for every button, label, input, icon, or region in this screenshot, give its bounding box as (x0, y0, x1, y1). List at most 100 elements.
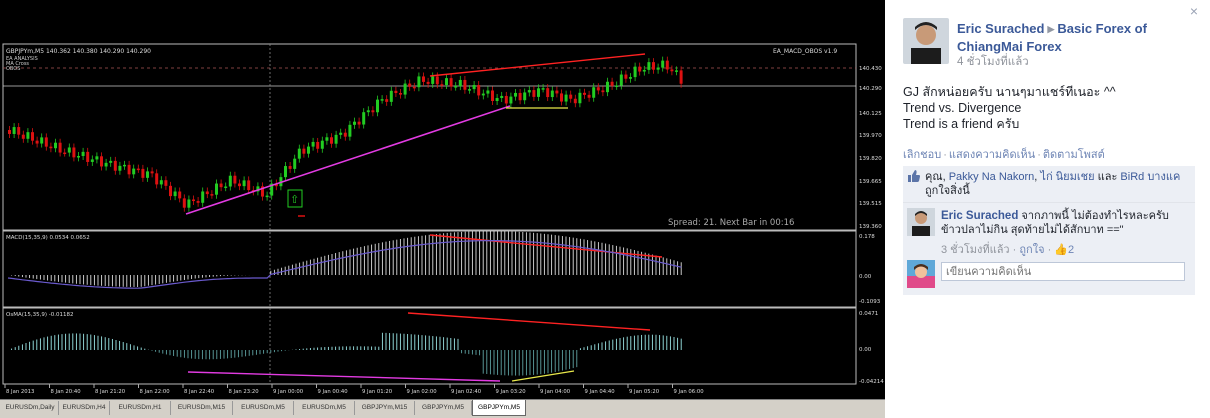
follow-post-link[interactable]: ติดตามโพสต์ (1043, 149, 1105, 161)
price-tick-label: 139.360 (859, 224, 882, 230)
liker-link-3[interactable]: BiRd บางแค (1120, 171, 1180, 183)
candle-body (58, 142, 62, 153)
candle-body (426, 81, 430, 84)
candle-body (164, 180, 168, 186)
candle-body (17, 127, 21, 135)
candle-body (40, 137, 44, 144)
osma-axis: 0.0471 0.00 -0.04214 (859, 311, 884, 385)
post-actions: เลิกชอบ · แสดงความคิดเห็น · ติดตามโพสต์ (903, 149, 1105, 161)
time-tick-label: 9 Jan 03:20 (496, 389, 527, 395)
unlike-link[interactable]: เลิกชอบ (903, 149, 941, 161)
candle-body (514, 92, 517, 97)
author-avatar[interactable] (903, 18, 949, 64)
candle-body (95, 156, 99, 160)
candle-body (100, 156, 103, 167)
candle-body (624, 74, 628, 79)
candle-body (652, 62, 655, 70)
osma-tick-label: 0.00 (859, 347, 872, 353)
post-line-3: Trend is a friend ครับ (903, 117, 1020, 131)
likes-and: และ (1097, 171, 1118, 183)
candle-body (380, 99, 384, 101)
post-timestamp[interactable]: 4 ชั่วโมงที่แล้ว (957, 53, 1029, 71)
time-tick-label: 9 Jan 00:00 (273, 389, 304, 395)
candle-body (325, 137, 329, 141)
macd-label: MACD(15,35,9) 0.0534 0.0652 (6, 235, 90, 241)
overlay-line-3: OBOS (6, 66, 20, 72)
price-tick-label: 139.820 (859, 156, 882, 162)
my-avatar (907, 260, 935, 288)
candle-body (527, 90, 531, 93)
liker-link-2[interactable]: ไก่ นิยมเชย (1040, 171, 1094, 183)
candle-body (339, 132, 343, 135)
candle-body (362, 112, 366, 125)
candle-body (159, 180, 163, 185)
symbol-tab[interactable]: EURUSDm,Daily (2, 401, 59, 415)
candle-body (86, 151, 90, 162)
candle-body (302, 148, 306, 154)
candle-body (606, 81, 609, 93)
osma-label: OsMA(15,35,9) -0.01182 (6, 312, 73, 318)
comment-time[interactable]: 3 ชั่วโมงที่แล้ว (941, 244, 1010, 256)
candle-body (224, 186, 228, 189)
candle-body (284, 166, 287, 178)
candle-body (155, 173, 159, 185)
time-tick-label: 8 Jan 22:00 (140, 389, 171, 395)
time-tick-label: 9 Jan 02:00 (407, 389, 438, 395)
candle-body (219, 183, 223, 188)
symbol-tab[interactable]: EURUSDm,H4 (59, 401, 110, 415)
candle-body (468, 89, 471, 91)
candle-body (638, 66, 642, 72)
candle-body (532, 90, 536, 97)
comment-like-link[interactable]: ถูกใจ (1019, 244, 1044, 256)
comment-meta: 3 ชั่วโมงที่แล้ว · ถูกใจ · 👍2 (941, 244, 1075, 256)
candle-body (77, 156, 80, 158)
comment-input[interactable] (941, 262, 1185, 281)
post-header: Eric Surached ▶ Basic Forex of ChiangMai F… (957, 20, 1187, 55)
candle-body (357, 121, 361, 125)
time-tick-label: 9 Jan 04:40 (585, 389, 616, 395)
candle-body (417, 76, 421, 88)
author-name-link[interactable]: Eric Surached (957, 21, 1044, 36)
commenter-avatar[interactable] (907, 208, 935, 236)
symbol-tab[interactable]: GBPJPYm,M5 (472, 400, 526, 416)
symbol-tab[interactable]: EURUSDm,M5 (294, 401, 355, 415)
candle-body (109, 160, 113, 163)
commenter-name-link[interactable]: Eric Surached (941, 210, 1018, 222)
time-tick-label: 8 Jan 21:20 (95, 389, 126, 395)
candle-body (210, 194, 214, 196)
candle-body (81, 151, 85, 157)
symbol-tab[interactable]: EURUSDm,M5 (233, 401, 294, 415)
candle-body (118, 165, 122, 171)
macd-tick-label: 0.178 (859, 234, 875, 240)
candle-body (297, 148, 301, 159)
time-tick-label: 9 Jan 01:20 (362, 389, 393, 395)
candle-body (656, 67, 660, 70)
candle-body (228, 175, 232, 187)
symbol-tab[interactable]: GBPJPYm,M5 (415, 401, 472, 415)
candle-body (422, 76, 425, 82)
comment-like-count-icon[interactable]: 👍2 (1054, 244, 1074, 256)
candle-body (573, 98, 577, 104)
candle-body (546, 88, 550, 98)
candle-body (592, 87, 596, 98)
candle-body (385, 99, 389, 102)
candle-body (472, 85, 476, 90)
comment-text: Eric Surached จากภาพนี้ ไม่ต้องทำไรหละคร… (941, 209, 1191, 237)
liker-link-1[interactable]: Pakky Na Nakorn (949, 171, 1035, 183)
symbol-tab[interactable]: GBPJPYm,M15 (355, 401, 415, 415)
candle-body (178, 191, 182, 199)
close-icon[interactable]: × (1190, 3, 1198, 19)
candle-body (629, 77, 632, 79)
symbol-tab[interactable]: EURUSDm,M15 (171, 401, 233, 415)
candle-body (555, 90, 559, 94)
candle-body (187, 199, 191, 208)
candle-body (201, 191, 205, 203)
symbol-tab[interactable]: EURUSDm,H1 (110, 401, 171, 415)
candle-body (679, 70, 683, 84)
candle-body (242, 180, 246, 187)
candle-body (353, 121, 356, 125)
comment-link[interactable]: แสดงความคิดเห็น (949, 149, 1035, 161)
candle-body (132, 168, 136, 175)
arrow-right-icon: ▶ (1047, 24, 1055, 34)
candle-body (288, 166, 292, 169)
